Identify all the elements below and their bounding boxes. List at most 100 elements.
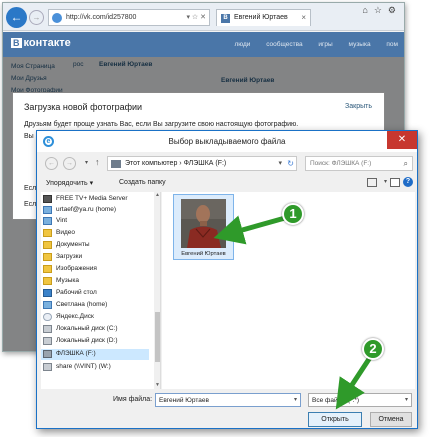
path-breadcrumb[interactable]: Этот компьютер › ФЛЭШКА (F:) ▾ ↻	[107, 156, 297, 171]
menu-games[interactable]: игры	[318, 41, 332, 48]
user-folder-icon	[43, 301, 52, 309]
file-dialog-title: Выбор выкладываемого файла	[168, 137, 286, 146]
file-dialog-navbar: ← → ▾ ↑ Этот компьютер › ФЛЭШКА (F:) ▾ ↻…	[37, 152, 417, 174]
tab-close-icon[interactable]: ×	[301, 13, 306, 22]
site-icon	[52, 13, 62, 23]
tree-item-downloads[interactable]: Загрузки	[41, 252, 149, 263]
vk-top-menu: люди сообщества игры музыка пом	[220, 41, 398, 48]
vk-header: Вконтакте люди сообщества игры музыка по…	[3, 32, 404, 57]
file-dialog-close-button[interactable]: ✕	[387, 131, 417, 149]
menu-communities[interactable]: сообщества	[266, 41, 302, 48]
vk-logo[interactable]: Вконтакте	[11, 37, 71, 49]
upload-dialog-close-link[interactable]: Закрыть	[345, 103, 372, 110]
browser-tab[interactable]: В Евгений Юртаев ×	[216, 9, 311, 26]
menu-music[interactable]: музыка	[349, 41, 371, 48]
person-photo-image	[181, 199, 226, 248]
folder-icon	[43, 229, 52, 237]
tree-item-images[interactable]: Изображения	[41, 264, 149, 275]
tree-label: Изображения	[56, 265, 97, 272]
nav-back-icon[interactable]: ←	[45, 157, 58, 170]
cancel-button[interactable]: Отмена	[370, 412, 412, 427]
path-text: Этот компьютер › ФЛЭШКА (F:)	[125, 160, 227, 167]
back-button[interactable]: ←	[6, 7, 27, 28]
folder-icon	[43, 241, 52, 249]
vk-logo-text: контакте	[23, 37, 71, 49]
tree-item-svetlana[interactable]: Светлана (home)	[41, 300, 149, 311]
tree-label: urtaef@ya.ru (home)	[56, 206, 117, 213]
tree-item-flash-f[interactable]: ФЛЭШКА (F:)	[41, 349, 149, 360]
file-dialog-titlebar: e Выбор выкладываемого файла ✕	[37, 131, 417, 152]
up-folder-icon[interactable]: ↑	[95, 157, 100, 167]
file-name-label: Евгений Юртаев	[181, 251, 226, 257]
tree-label: Светлана (home)	[56, 301, 108, 308]
tree-item-documents[interactable]: Документы	[41, 240, 149, 251]
usb-drive-icon	[43, 350, 52, 358]
organize-button[interactable]: Упорядочить ▾	[46, 179, 93, 187]
nav-forward-icon[interactable]: →	[63, 157, 76, 170]
path-dropdown-icon[interactable]: ▾	[278, 159, 282, 167]
tree-item-free-tv[interactable]: FREE TV+ Media Server	[41, 194, 149, 205]
tree-label: Музыка	[56, 277, 79, 284]
scroll-up-icon[interactable]: ▲	[154, 192, 160, 199]
drive-icon	[43, 325, 52, 333]
address-text: http://vk.com/id257800	[66, 14, 137, 21]
window-controls[interactable]: ⌂☆⚙	[362, 5, 402, 16]
new-folder-button[interactable]: Создать папку	[119, 179, 166, 186]
step1-badge: 1	[282, 203, 304, 225]
search-placeholder: Поиск: ФЛЭШКА (F:)	[310, 160, 372, 167]
open-button[interactable]: Открыть	[308, 412, 362, 427]
view-dropdown-icon[interactable]: ▾	[384, 178, 387, 185]
file-item-photo[interactable]: Евгений Юртаев	[173, 194, 234, 260]
tree-item-urtaef[interactable]: urtaef@ya.ru (home)	[41, 205, 149, 216]
menu-help[interactable]: пом	[386, 41, 398, 48]
scroll-down-icon[interactable]: ▼	[154, 382, 160, 389]
user-folder-icon	[43, 206, 52, 214]
folder-icon	[43, 277, 52, 285]
upload-dialog-line3: Есл	[24, 185, 37, 192]
filename-dropdown-icon[interactable]: ▾	[294, 396, 297, 403]
refresh-icon[interactable]: ↻	[287, 159, 294, 168]
step2-badge: 2	[362, 338, 384, 360]
tree-item-desktop[interactable]: Рабочий стол	[41, 288, 149, 299]
menu-people[interactable]: люди	[234, 41, 250, 48]
tree-item-music[interactable]: Музыка	[41, 276, 149, 287]
tree-item-video[interactable]: Видео	[41, 228, 149, 239]
folder-icon	[43, 265, 52, 273]
filetype-select[interactable]: Все файлы (*.*) ▾	[308, 393, 412, 407]
upload-dialog-line2: Вы	[24, 133, 34, 140]
tree-label: Рабочий стол	[56, 289, 97, 296]
view-options-icon[interactable]	[367, 178, 377, 187]
media-server-icon	[43, 195, 52, 203]
recent-locations-icon[interactable]: ▾	[85, 159, 88, 166]
browser-toolbar: ← → http://vk.com/id257800 ▾ ☆ ✕ В Евген…	[3, 3, 404, 31]
upload-dialog-line4: Есл	[24, 201, 37, 208]
filename-input[interactable]: Евгений Юртаев ▾	[155, 393, 301, 407]
forward-button[interactable]: →	[29, 10, 44, 25]
network-drive-icon	[43, 363, 52, 371]
arrow-right-icon: →	[32, 13, 41, 22]
filename-label: Имя файла:	[113, 396, 153, 403]
filetype-value: Все файлы (*.*)	[312, 397, 360, 404]
preview-pane-icon[interactable]	[390, 178, 400, 187]
file-open-dialog: e Выбор выкладываемого файла ✕ ← → ▾ ↑ Э…	[36, 130, 418, 429]
search-icon: ⌕	[403, 159, 408, 168]
tree-item-local-c[interactable]: Локальный диск (C:)	[41, 324, 149, 335]
filetype-dropdown-icon[interactable]: ▾	[405, 396, 408, 403]
search-input[interactable]: Поиск: ФЛЭШКА (F:) ⌕	[305, 156, 413, 171]
tree-item-vint[interactable]: Vint	[41, 216, 149, 227]
tree-label: share (\\VINT) (W:)	[56, 363, 111, 370]
tree-item-share-w[interactable]: share (\\VINT) (W:)	[41, 362, 149, 373]
help-icon[interactable]: ?	[403, 177, 413, 187]
tree-label: Загрузки	[56, 253, 83, 260]
address-tools[interactable]: ▾ ☆ ✕	[186, 13, 206, 21]
drive-icon	[43, 337, 52, 345]
tree-item-yandex-disk[interactable]: Яндекс.Диск	[41, 312, 149, 323]
tree-scrollbar[interactable]: ▲ ▼	[154, 192, 160, 389]
tree-label: Локальный диск (D:)	[56, 337, 118, 344]
tree-item-local-d[interactable]: Локальный диск (D:)	[41, 336, 149, 347]
tree-label: Документы	[56, 241, 90, 248]
scroll-thumb[interactable]	[155, 312, 160, 362]
tab-title: Евгений Юртаев	[234, 14, 288, 21]
address-bar[interactable]: http://vk.com/id257800 ▾ ☆ ✕	[48, 9, 210, 26]
tree-label: Видео	[56, 229, 75, 236]
